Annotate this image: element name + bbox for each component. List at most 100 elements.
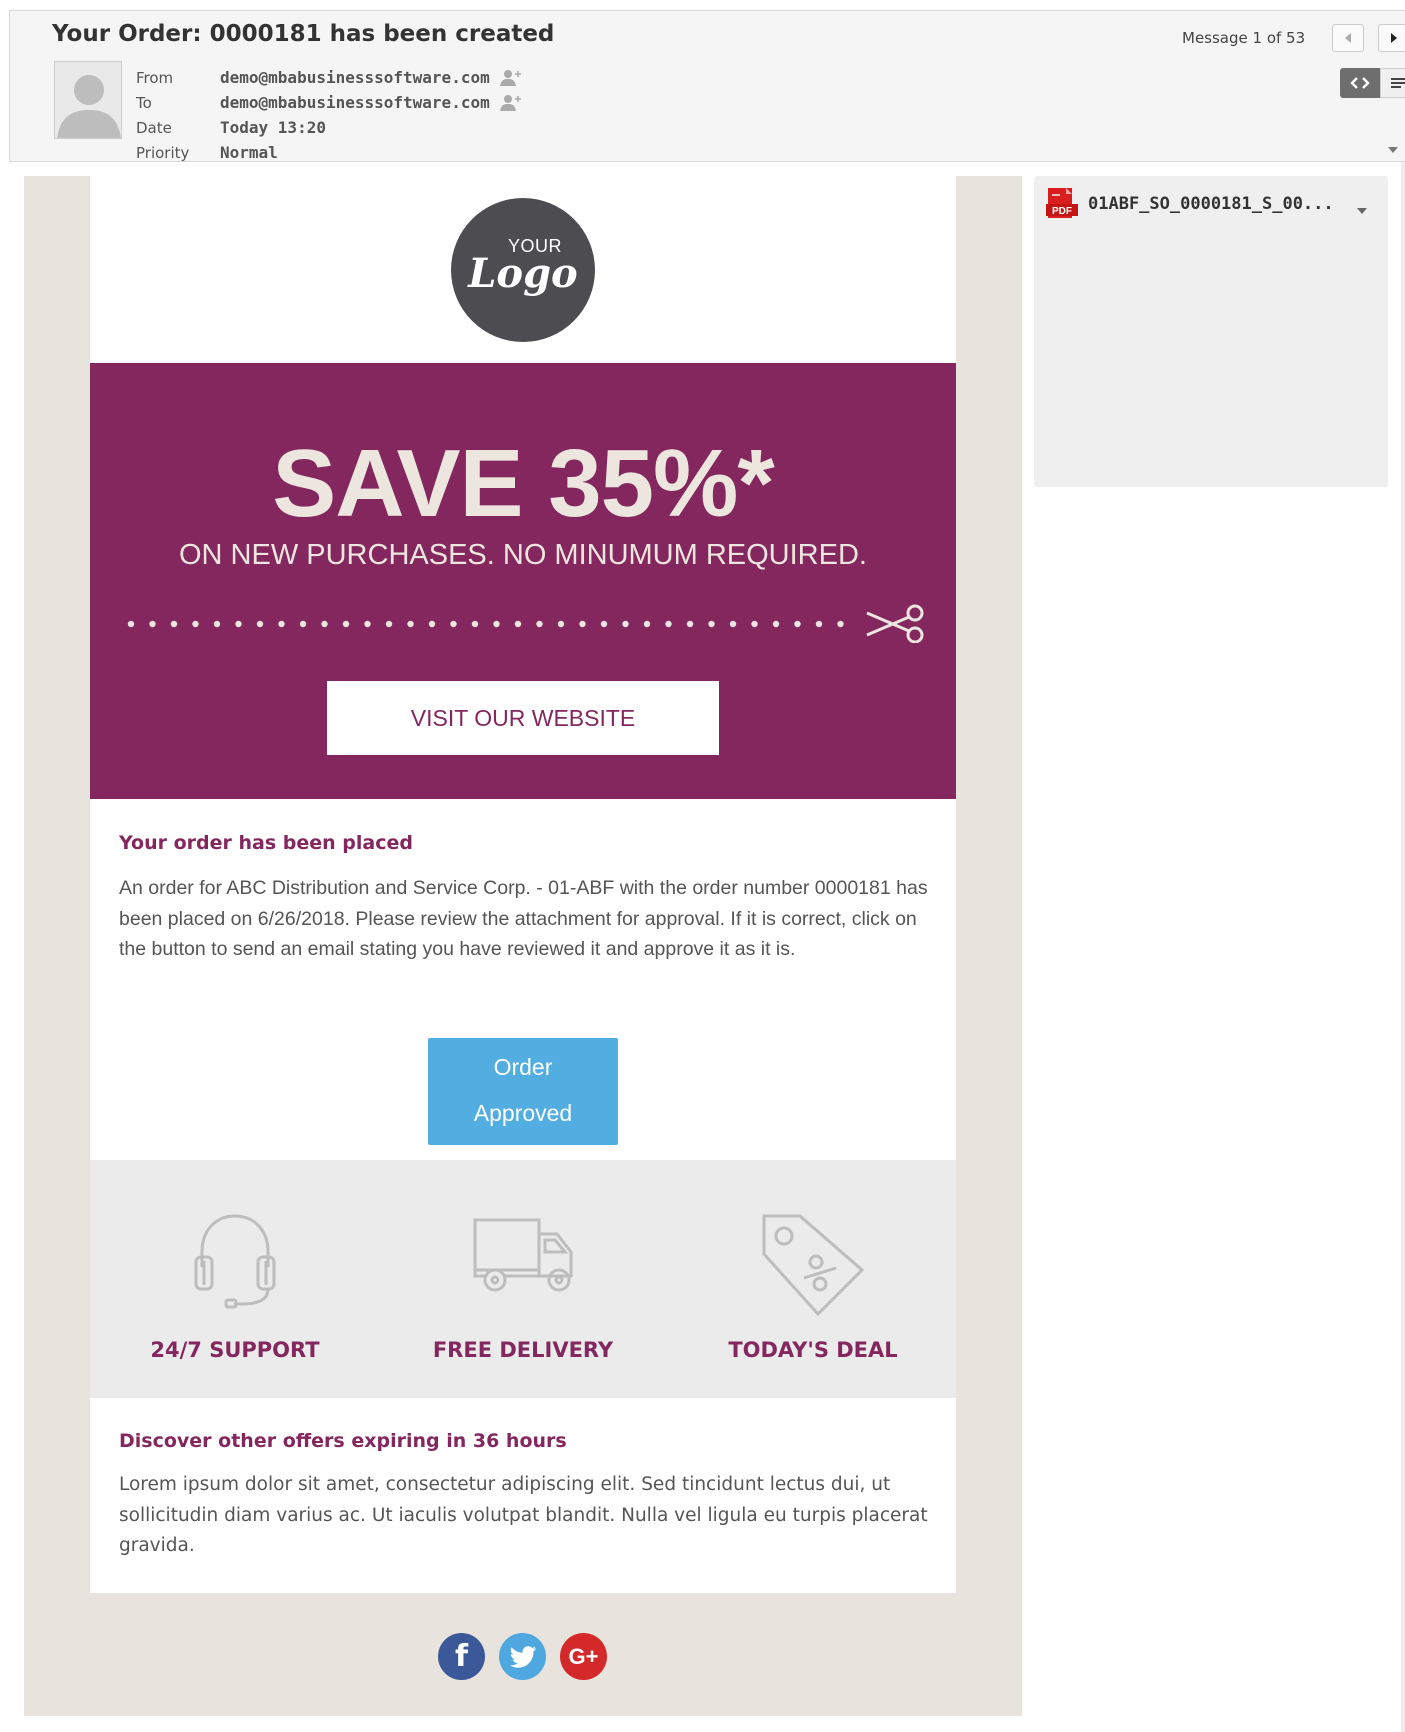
twitter-bird-icon <box>509 1645 536 1668</box>
meta-key-date: Date <box>136 118 172 137</box>
truck-icon <box>473 1218 573 1292</box>
cut-line-dot <box>837 620 844 628</box>
cut-line-dot <box>213 620 221 628</box>
coupon-cut-line <box>127 604 924 643</box>
message-meta: From demo@mbabusinesssoftware.com To dem… <box>136 65 522 165</box>
cut-line-dot <box>665 620 672 628</box>
scissors-icon <box>866 604 924 643</box>
code-icon <box>1350 77 1370 89</box>
cut-line-dot <box>149 620 156 628</box>
cut-line-dot <box>299 620 307 628</box>
plain-text-view-button[interactable] <box>1380 68 1405 98</box>
offers-description: Lorem ipsum dolor sit amet, consectetur … <box>119 1474 928 1556</box>
cut-line-dot <box>772 620 780 628</box>
pdf-label: PDF <box>1052 206 1072 217</box>
approve-line-2[interactable]: Approved <box>428 1090 618 1136</box>
meta-priority-row: Priority Normal <box>136 140 522 165</box>
cut-line-dot <box>364 620 371 628</box>
vertical-scrollbar[interactable] <box>1401 162 1405 1732</box>
tag-percent-icon <box>762 1214 865 1317</box>
cut-line-dot <box>751 620 758 628</box>
cut-line-dot <box>622 620 629 628</box>
triangle-right-icon <box>1391 33 1397 43</box>
feature-deal: TODAY'S DEAL <box>668 1160 958 1398</box>
meta-date-row: Date Today 13:20 <box>136 115 522 140</box>
sender-avatar <box>54 61 122 139</box>
cut-line-dot <box>643 620 651 628</box>
company-logo: YOUR Logo <box>451 198 595 342</box>
cut-line-dot <box>794 620 801 628</box>
offers-section: Discover other offers expiring in 36 hou… <box>90 1398 956 1593</box>
features-strip: 24/7 SUPPORT FREE DELIVERY TODAY'S DEAL <box>90 1160 956 1398</box>
cut-line-dot <box>514 620 522 628</box>
meta-to-row: To demo@mbabusinesssoftware.com <box>136 90 522 115</box>
cut-line-dot <box>170 620 178 628</box>
attachment-filename[interactable]: 01ABF_SO_0000181_S_00... <box>1088 194 1334 214</box>
feature-deal-label: TODAY'S DEAL <box>728 1338 898 1362</box>
google-plus-glyph: G+ <box>568 1643 599 1669</box>
pdf-file-icon: PDF <box>1046 188 1078 220</box>
facebook-glyph: f <box>454 1639 469 1674</box>
cut-line-dot <box>428 620 436 628</box>
next-message-button[interactable] <box>1378 24 1405 52</box>
email-content: YOUR Logo SAVE 35%* ON NEW PURCHASES. NO… <box>90 176 956 1593</box>
feature-delivery: FREE DELIVERY <box>378 1160 668 1398</box>
order-approved-button[interactable]: Order Approved <box>428 1038 618 1145</box>
meta-key-from: From <box>136 68 174 87</box>
feature-support-label: 24/7 SUPPORT <box>150 1338 320 1362</box>
from-address[interactable]: demo@mbabusinesssoftware.com <box>220 68 522 87</box>
previous-message-button[interactable] <box>1332 24 1364 52</box>
person-silhouette-icon <box>55 62 121 138</box>
attachments-panel: PDF 01ABF_SO_0000181_S_00... <box>1034 176 1388 487</box>
priority-value: Normal <box>220 143 278 162</box>
order-section: Your order has been placed An order for … <box>90 799 956 1160</box>
cut-line-dot <box>192 620 199 628</box>
attachment-menu-chevron-down-icon[interactable] <box>1356 202 1368 220</box>
cut-line-dot <box>686 620 694 628</box>
visit-website-button[interactable]: VISIT OUR WEBSITE <box>327 681 719 755</box>
feature-support: 24/7 SUPPORT <box>90 1160 380 1398</box>
cut-line-dot <box>493 620 500 628</box>
offers-title: Discover other offers expiring in 36 hou… <box>119 1430 567 1452</box>
logo-area: YOUR Logo <box>90 176 956 363</box>
headset-icon <box>194 1214 276 1309</box>
lines-icon <box>1390 78 1405 88</box>
cut-line-dot <box>815 620 823 628</box>
message-header: Your Order: 0000181 has been created Fro… <box>9 10 1405 162</box>
date-value: Today 13:20 <box>220 118 326 137</box>
triangle-left-icon <box>1345 33 1351 43</box>
cut-line-dot <box>579 620 586 628</box>
feature-delivery-label: FREE DELIVERY <box>432 1338 614 1362</box>
social-links: f G+ <box>438 1633 607 1680</box>
cut-line-dot <box>600 620 608 628</box>
collapse-header-icon[interactable] <box>1387 141 1399 159</box>
order-title: Your order has been placed <box>119 832 413 854</box>
to-address[interactable]: demo@mbabusinesssoftware.com <box>220 93 522 112</box>
add-contact-icon[interactable] <box>499 69 522 87</box>
save-subline: ON NEW PURCHASES. NO MINUMUM REQUIRED. <box>179 539 867 571</box>
message-subject: Your Order: 0000181 has been created <box>52 21 555 47</box>
view-mode-toggle[interactable] <box>1340 68 1405 98</box>
approve-line-1[interactable]: Order <box>428 1044 618 1090</box>
cut-line-dot <box>321 620 328 628</box>
cut-line-dot <box>342 620 350 628</box>
message-counter: Message 1 of 53 <box>1182 29 1306 47</box>
cut-line-dot <box>235 620 242 628</box>
html-view-button[interactable] <box>1340 68 1380 98</box>
twitter-icon[interactable] <box>499 1633 546 1680</box>
to-address-text[interactable]: demo@mbabusinesssoftware.com <box>220 93 490 112</box>
cut-line-dot <box>729 620 737 628</box>
cut-line-dot <box>557 620 565 628</box>
save-headline: SAVE 35%* <box>272 430 774 537</box>
from-address-text[interactable]: demo@mbabusinesssoftware.com <box>220 68 490 87</box>
facebook-icon[interactable]: f <box>438 1633 485 1680</box>
logo-word-text: Logo <box>468 250 578 297</box>
cut-line-dot <box>407 620 414 628</box>
cut-line-dot <box>385 620 393 628</box>
order-description: An order for ABC Distribution and Servic… <box>119 877 928 960</box>
meta-key-priority: Priority <box>136 143 190 162</box>
google-plus-icon[interactable]: G+ <box>560 1633 607 1680</box>
meta-key-to: To <box>136 93 152 112</box>
attachment-item[interactable]: PDF 01ABF_SO_0000181_S_00... <box>1046 188 1334 220</box>
add-contact-icon[interactable] <box>499 94 522 112</box>
